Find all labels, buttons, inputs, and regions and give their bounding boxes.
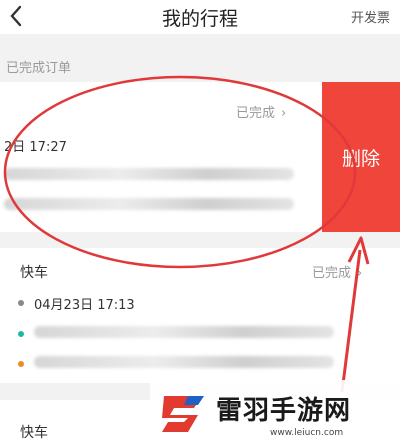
order-status: 已完成 › xyxy=(236,102,286,121)
watermark: 雷羽手游网 www.leiucn.com xyxy=(150,380,400,448)
order-type: 快车 xyxy=(20,425,48,441)
order-time: 04月23日 17:13 xyxy=(34,298,135,313)
page-title: 我的行程 xyxy=(161,8,238,30)
chevron-right-icon: › xyxy=(281,106,287,121)
pickup-address-blurred xyxy=(4,168,294,180)
order-card[interactable]: 已完成 › 2日 17:27 xyxy=(0,82,322,232)
dropoff-dot xyxy=(18,361,24,367)
header-bar: 我的行程 开发票 xyxy=(0,0,400,34)
watermark-url: www.leiucn.com xyxy=(270,428,344,438)
status-label: 已完成 xyxy=(236,106,276,121)
status-label: 已完成 xyxy=(312,266,352,281)
watermark-name: 雷羽手游网 xyxy=(216,396,352,426)
pickup-dot xyxy=(18,331,24,337)
order-card[interactable]: 快车 已完成 › 04月23日 17:13 xyxy=(0,248,400,383)
dropoff-address-blurred xyxy=(4,198,294,210)
chevron-right-icon: › xyxy=(357,266,363,281)
watermark-logo-icon xyxy=(162,396,204,432)
order-type: 快车 xyxy=(20,265,48,281)
pickup-address-blurred xyxy=(34,326,334,338)
invoice-button[interactable]: 开发票 xyxy=(351,7,390,26)
completed-orders-label: 已完成订单 xyxy=(6,61,72,76)
dropoff-address-blurred xyxy=(34,356,334,368)
order-time: 2日 17:27 xyxy=(4,140,67,155)
time-dot xyxy=(18,300,24,306)
order-status: 已完成 › xyxy=(312,262,362,281)
delete-button[interactable]: 删除 xyxy=(322,82,400,232)
